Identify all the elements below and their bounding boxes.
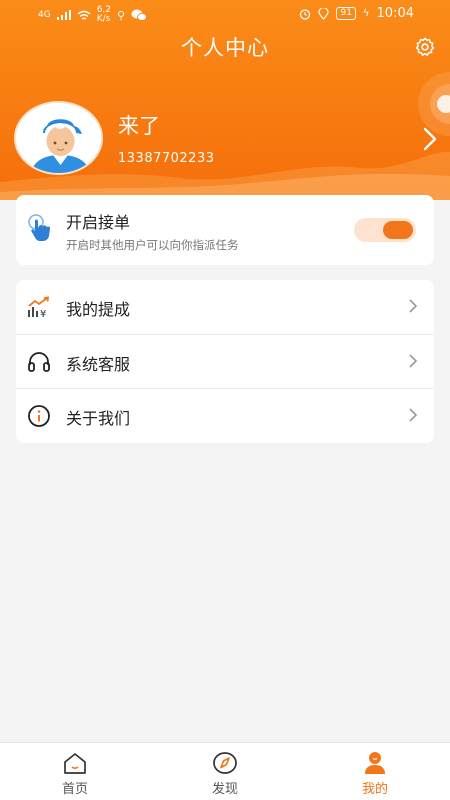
menu-item-label: 系统客服 [66, 355, 131, 374]
home-icon [64, 753, 86, 774]
user-name[interactable]: 来了 [118, 110, 160, 140]
commission-icon: ¥ [28, 296, 50, 319]
order-switch-subtitle: 开启时其他用户可以向你指派任务 [66, 238, 239, 252]
user-phone: 13387702233 [118, 151, 215, 166]
avatar[interactable] [14, 101, 103, 175]
tab-label: 首页 [61, 782, 88, 797]
profile-icon [365, 752, 385, 774]
network-indicator: 4G [38, 10, 51, 20]
profile-header: 4G 6.2 K/s ⚲ 91 ϟ 10:04 个人中心 来了 13387702… [0, 0, 450, 200]
chevron-right-icon [409, 299, 418, 313]
menu-item-commission[interactable]: ¥ 我的提成 [16, 280, 434, 334]
gear-icon[interactable] [414, 36, 436, 58]
tab-label: 发现 [211, 782, 238, 797]
wifi-icon [77, 10, 91, 20]
chevron-right-icon [409, 354, 418, 368]
clock: 10:04 [376, 6, 414, 21]
order-switch-card: 开启接单 开启时其他用户可以向你指派任务 [16, 195, 434, 265]
tab-mine[interactable]: 我的 [300, 743, 450, 800]
charging-icon: ϟ [362, 8, 370, 19]
order-switch-title: 开启接单 [66, 213, 131, 232]
menu-item-customer-service[interactable]: 系统客服 [16, 334, 434, 388]
wechat-icon [131, 9, 147, 21]
menu-item-label: 关于我们 [66, 409, 131, 428]
network-speed-unit: K/s [96, 14, 111, 24]
signal-icon [56, 10, 71, 20]
battery-level: 91 [336, 7, 356, 20]
compass-icon [213, 752, 237, 774]
status-bar: 4G 6.2 K/s ⚲ 91 ϟ 10:04 [0, 0, 450, 30]
bottom-tab-bar: 首页 发现 我的 [0, 742, 450, 800]
alarm-icon [300, 8, 311, 20]
menu-item-label: 我的提成 [66, 300, 131, 319]
menu-list: ¥ 我的提成 系统客服 关于我们 [16, 280, 434, 443]
chevron-right-icon[interactable] [420, 124, 440, 154]
tap-hand-icon [28, 214, 51, 241]
svg-text:¥: ¥ [40, 309, 46, 319]
headset-icon [28, 352, 50, 372]
page-title: 个人中心 [181, 36, 269, 60]
toggle-knob [383, 221, 413, 239]
chevron-right-icon [409, 408, 418, 422]
accept-orders-toggle[interactable] [354, 218, 416, 242]
menu-item-about[interactable]: 关于我们 [16, 388, 434, 442]
tab-label: 我的 [361, 782, 388, 797]
tab-home[interactable]: 首页 [0, 743, 150, 800]
network-speed: 6.2 K/s [97, 6, 111, 24]
info-icon [28, 405, 50, 427]
location-icon [318, 7, 330, 20]
usb-icon: ⚲ [117, 8, 126, 22]
tab-discover[interactable]: 发现 [150, 743, 300, 800]
